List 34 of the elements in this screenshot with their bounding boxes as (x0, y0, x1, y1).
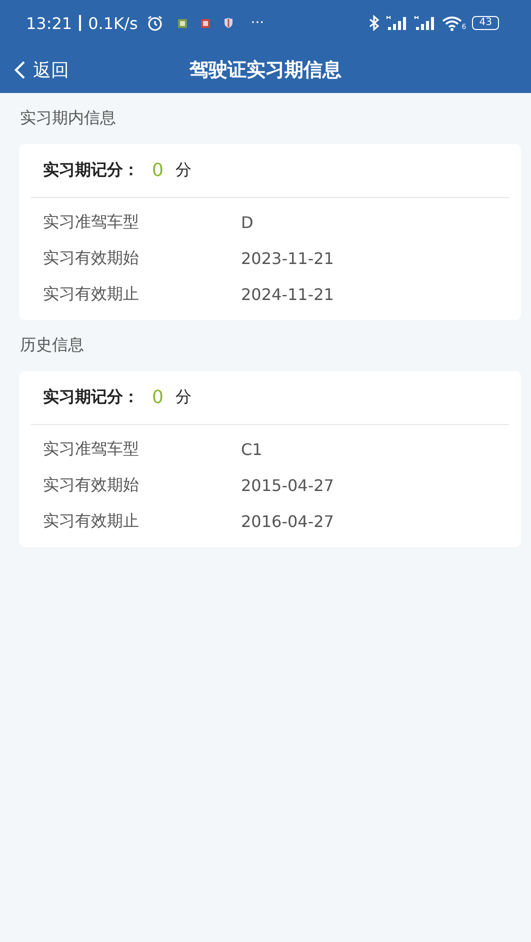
field-label: 实习准驾车型 (43, 438, 140, 460)
app-notification-icon (200, 18, 210, 28)
signal-icon (414, 15, 436, 31)
field-label: 实习有效期始 (43, 474, 140, 496)
score-value: 0 (152, 387, 164, 408)
app-notification-icon (178, 18, 187, 28)
field-label: 实习准驾车型 (43, 212, 140, 232)
field-value: 2024-11-21 (241, 284, 334, 304)
signal-icon (386, 15, 408, 31)
field-value: 2023-11-21 (241, 248, 334, 268)
back-button[interactable]: 返回 (0, 50, 69, 90)
field-label: 实习有效期始 (43, 248, 140, 268)
field-value: 2015-04-27 (241, 476, 334, 494)
network-speed: 0.1K/s (88, 14, 138, 32)
more-notifications: ··· (250, 15, 264, 31)
page-title: 驾驶证实习期信息 (190, 58, 342, 82)
field-value: C1 (241, 440, 262, 458)
section-heading: 实习期内信息 (19, 107, 117, 129)
field-value: D (241, 212, 254, 232)
score-unit: 分 (175, 387, 192, 408)
score-unit: 分 (175, 160, 192, 181)
status-time: 13:21 (26, 14, 72, 32)
field-value: 2016-04-27 (241, 512, 334, 530)
score-label: 实习期记分： (43, 160, 139, 181)
field-label: 实习有效期止 (43, 284, 140, 304)
shield-icon (224, 18, 233, 28)
bluetooth-icon (368, 15, 380, 31)
score-value: 0 (152, 160, 164, 181)
wifi-icon (442, 16, 462, 30)
battery-indicator: 43 (472, 16, 499, 30)
score-label: 实习期记分： (43, 387, 139, 408)
section-heading: 历史信息 (19, 334, 85, 356)
alarm-clock-icon (146, 14, 164, 32)
field-label: 实习有效期止 (43, 510, 140, 532)
